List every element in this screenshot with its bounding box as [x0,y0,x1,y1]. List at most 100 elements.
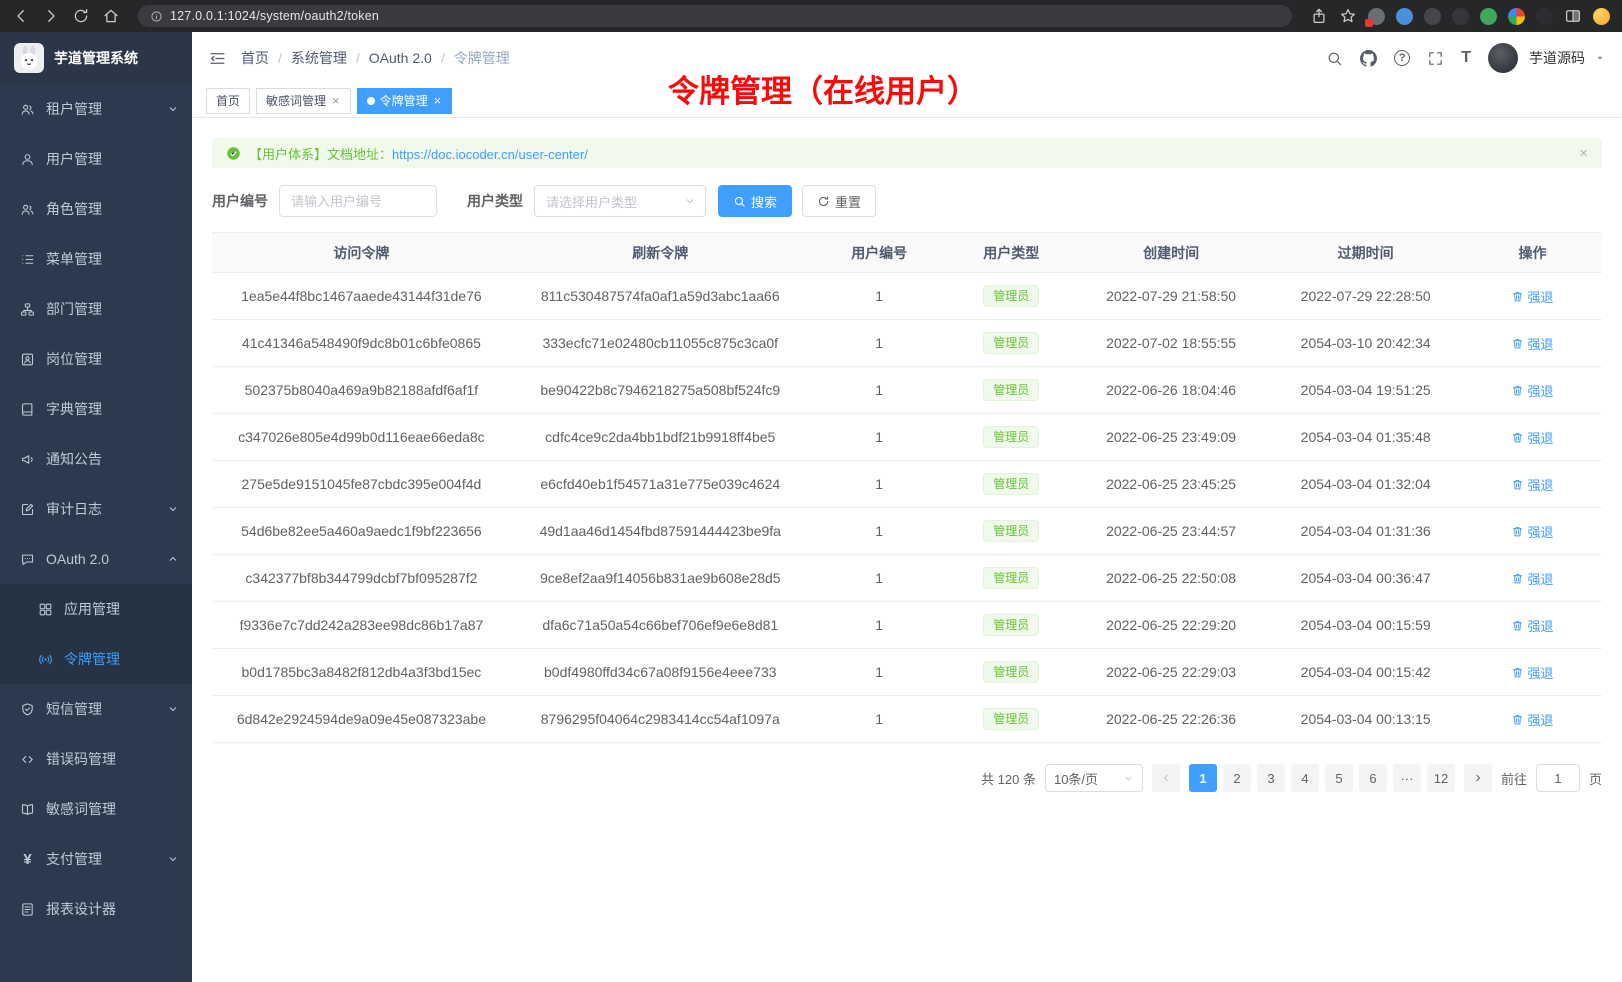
extension-icon-3[interactable] [1424,8,1441,25]
sidebar-item-role[interactable]: 角色管理 [0,184,192,234]
sidebar-item-error-code[interactable]: 错误码管理 [0,734,192,784]
user-name[interactable]: 芋道源码 [1529,48,1585,68]
breadcrumb-system[interactable]: 系统管理 [291,48,347,68]
tab-split-button[interactable] [1564,7,1582,25]
page-number-button[interactable]: ··· [1393,764,1421,792]
sidebar-item-dict[interactable]: 字典管理 [0,384,192,434]
page-number-button[interactable]: 3 [1257,764,1285,792]
extension-icon-1[interactable] [1368,8,1385,25]
access-token-cell: f9336e7c7dd242a283ee98dc86b17a87 [212,602,511,649]
user-id-cell: 1 [810,696,949,743]
col-user-type: 用户类型 [949,233,1074,273]
force-logout-button[interactable]: 强退 [1511,569,1553,588]
font-size-icon[interactable]: T [1461,50,1471,66]
user-type-badge: 管理员 [983,285,1039,307]
refresh-token-cell: dfa6c71a50a54c66bef706ef9e6e8d81 [511,602,810,649]
next-page-button[interactable] [1464,764,1492,792]
browser-home-button[interactable] [102,7,120,25]
chevron-right-icon [1472,772,1484,784]
chevron-down-icon [684,195,696,207]
sidebar-item-oauth2[interactable]: OAuth 2.0 [0,534,192,584]
search-button[interactable]: 搜索 [718,185,792,217]
user-type-cell: 管理员 [949,602,1074,649]
page-number-button[interactable]: 12 [1427,764,1455,792]
page-size-select[interactable]: 10条/页 [1045,764,1143,792]
force-logout-button[interactable]: 强退 [1511,616,1553,635]
create-time-cell: 2022-06-25 23:44:57 [1074,508,1269,555]
user-avatar[interactable] [1488,43,1518,73]
page-number-button[interactable]: 6 [1359,764,1387,792]
browser-reload-button[interactable] [72,7,90,25]
table-row: 1ea5e44f8bc1467aaede43144f31de76 811c530… [212,273,1602,320]
reset-button[interactable]: 重置 [802,185,876,217]
page-number-button[interactable]: 1 [1189,764,1217,792]
extension-icon-2[interactable] [1396,8,1413,25]
force-logout-button[interactable]: 强退 [1511,522,1553,541]
expire-time-cell: 2054-03-04 00:36:47 [1268,555,1463,602]
create-time-cell: 2022-07-29 21:58:50 [1074,273,1269,320]
sidebar-item-user[interactable]: 用户管理 [0,134,192,184]
user-id-input[interactable] [279,185,437,217]
user-type-select[interactable]: 请选择用户类型 [534,185,706,217]
sidebar-item-sms[interactable]: 短信管理 [0,684,192,734]
force-logout-button[interactable]: 强退 [1511,287,1553,306]
sidebar-item-notice[interactable]: 通知公告 [0,434,192,484]
force-logout-button[interactable]: 强退 [1511,663,1553,682]
sidebar-item-audit-log[interactable]: 审计日志 [0,484,192,534]
sidebar-item-sensitive-word[interactable]: 敏感词管理 [0,784,192,834]
help-icon[interactable]: ? [1394,50,1410,66]
close-icon[interactable]: × [1579,146,1588,161]
github-icon[interactable] [1360,50,1377,67]
tag-sensitive-word[interactable]: 敏感词管理 × [256,88,351,114]
user-type-cell: 管理员 [949,414,1074,461]
breadcrumb-oauth2[interactable]: OAuth 2.0 [369,50,432,66]
share-button[interactable] [1310,7,1328,25]
extension-icon-4[interactable] [1452,8,1469,25]
breadcrumb-home[interactable]: 首页 [241,48,269,68]
app-logo[interactable]: 芋道管理系统 [0,32,192,84]
caret-down-icon[interactable] [1594,52,1606,64]
sidebar-item-oauth2-token[interactable]: 令牌管理 [0,634,192,684]
doc-alert: 【用户体系】文档地址：https://doc.iocoder.cn/user-c… [212,138,1602,168]
search-icon[interactable] [1326,50,1343,67]
page-number-button[interactable]: 5 [1325,764,1353,792]
browser-forward-button[interactable] [42,7,60,25]
sidebar-item-payment[interactable]: ¥ 支付管理 [0,834,192,884]
doc-link[interactable]: https://doc.iocoder.cn/user-center/ [392,147,588,162]
goto-page-input[interactable] [1536,764,1580,792]
fullscreen-icon[interactable] [1427,50,1444,67]
sidebar-item-tenant[interactable]: 租户管理 [0,84,192,134]
extension-icon-6[interactable] [1508,8,1525,25]
sidebar-item-menu[interactable]: 菜单管理 [0,234,192,284]
browser-back-button[interactable] [12,7,30,25]
page-number-button[interactable]: 2 [1223,764,1251,792]
user-id-cell: 1 [810,320,949,367]
tag-home[interactable]: 首页 [206,88,250,114]
trash-icon [1511,290,1524,303]
extension-icon-5[interactable] [1480,8,1497,25]
force-logout-button[interactable]: 强退 [1511,475,1553,494]
bookmark-star-button[interactable] [1339,7,1357,25]
browser-profile-avatar[interactable] [1593,8,1610,25]
prev-page-button[interactable] [1152,764,1180,792]
force-logout-button[interactable]: 强退 [1511,428,1553,447]
close-icon[interactable]: × [433,94,443,107]
sidebar-item-oauth2-app[interactable]: 应用管理 [0,584,192,634]
create-time-cell: 2022-06-25 22:26:36 [1074,696,1269,743]
sidebar-item-dept[interactable]: 部门管理 [0,284,192,334]
user-type-cell: 管理员 [949,461,1074,508]
close-icon[interactable]: × [331,94,341,107]
tag-token[interactable]: 令牌管理 × [357,88,453,114]
hamburger-fold-icon [208,49,227,68]
force-logout-button[interactable]: 强退 [1511,710,1553,729]
force-logout-button[interactable]: 强退 [1511,334,1553,353]
action-cell: 强退 [1463,273,1602,320]
sidebar-item-post[interactable]: 岗位管理 [0,334,192,384]
sidebar-item-report-designer[interactable]: 报表设计器 [0,884,192,934]
extension-icon-7[interactable] [1536,8,1553,25]
force-logout-button[interactable]: 强退 [1511,381,1553,400]
expire-time-cell: 2054-03-04 00:15:42 [1268,649,1463,696]
sidebar-fold-button[interactable] [208,49,227,68]
page-number-button[interactable]: 4 [1291,764,1319,792]
address-bar[interactable]: 127.0.0.1:1024/system/oauth2/token [138,5,1292,27]
